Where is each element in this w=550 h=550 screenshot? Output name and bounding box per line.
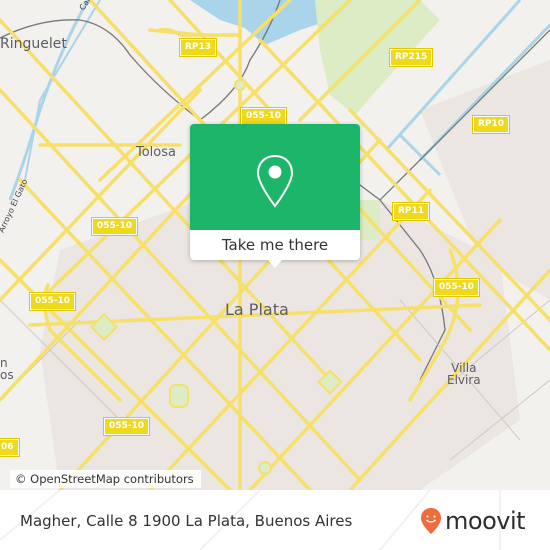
place-label-ringuelet: Ringuelet <box>0 36 67 52</box>
road-shield-055-10: 055-10 <box>90 217 139 236</box>
place-label-partial: n os <box>0 356 14 382</box>
road-shield-rp11: RP11 <box>391 202 431 221</box>
road-shield-rp13: RP13 <box>178 38 218 57</box>
address-text: Magher, Calle 8 1900 La Plata, Buenos Ai… <box>20 512 353 530</box>
moovit-pin-icon <box>421 508 441 534</box>
map-attribution[interactable]: © OpenStreetMap contributors <box>10 470 201 488</box>
road-shield-055-10: 055-10 <box>432 278 481 297</box>
place-label-la-plata: La Plata <box>225 300 289 319</box>
road-shield-rp10: RP10 <box>471 115 511 134</box>
road-shield-rp215: RP215 <box>388 48 434 67</box>
moovit-logo[interactable]: moovit <box>420 506 526 536</box>
place-label-villa-elvira: Villa Elvira <box>447 361 481 387</box>
place-label-tolosa: Tolosa <box>136 145 176 160</box>
moovit-wordmark: moovit <box>445 507 526 535</box>
road-shield-055-10: 055-10 <box>102 417 151 436</box>
location-popup: Take me there <box>190 124 360 268</box>
map[interactable]: Ringuelet Tolosa La Plata Villa Elvira n… <box>0 0 550 490</box>
take-me-there-button[interactable]: Take me there <box>190 230 360 260</box>
road-shield-partial: 06 <box>0 438 20 457</box>
popup-header <box>190 124 360 230</box>
road-shield-055-10: 055-10 <box>239 107 288 126</box>
popup-tail <box>268 260 282 268</box>
road-shield-055-10: 055-10 <box>28 292 77 311</box>
map-pin-icon <box>256 154 294 208</box>
